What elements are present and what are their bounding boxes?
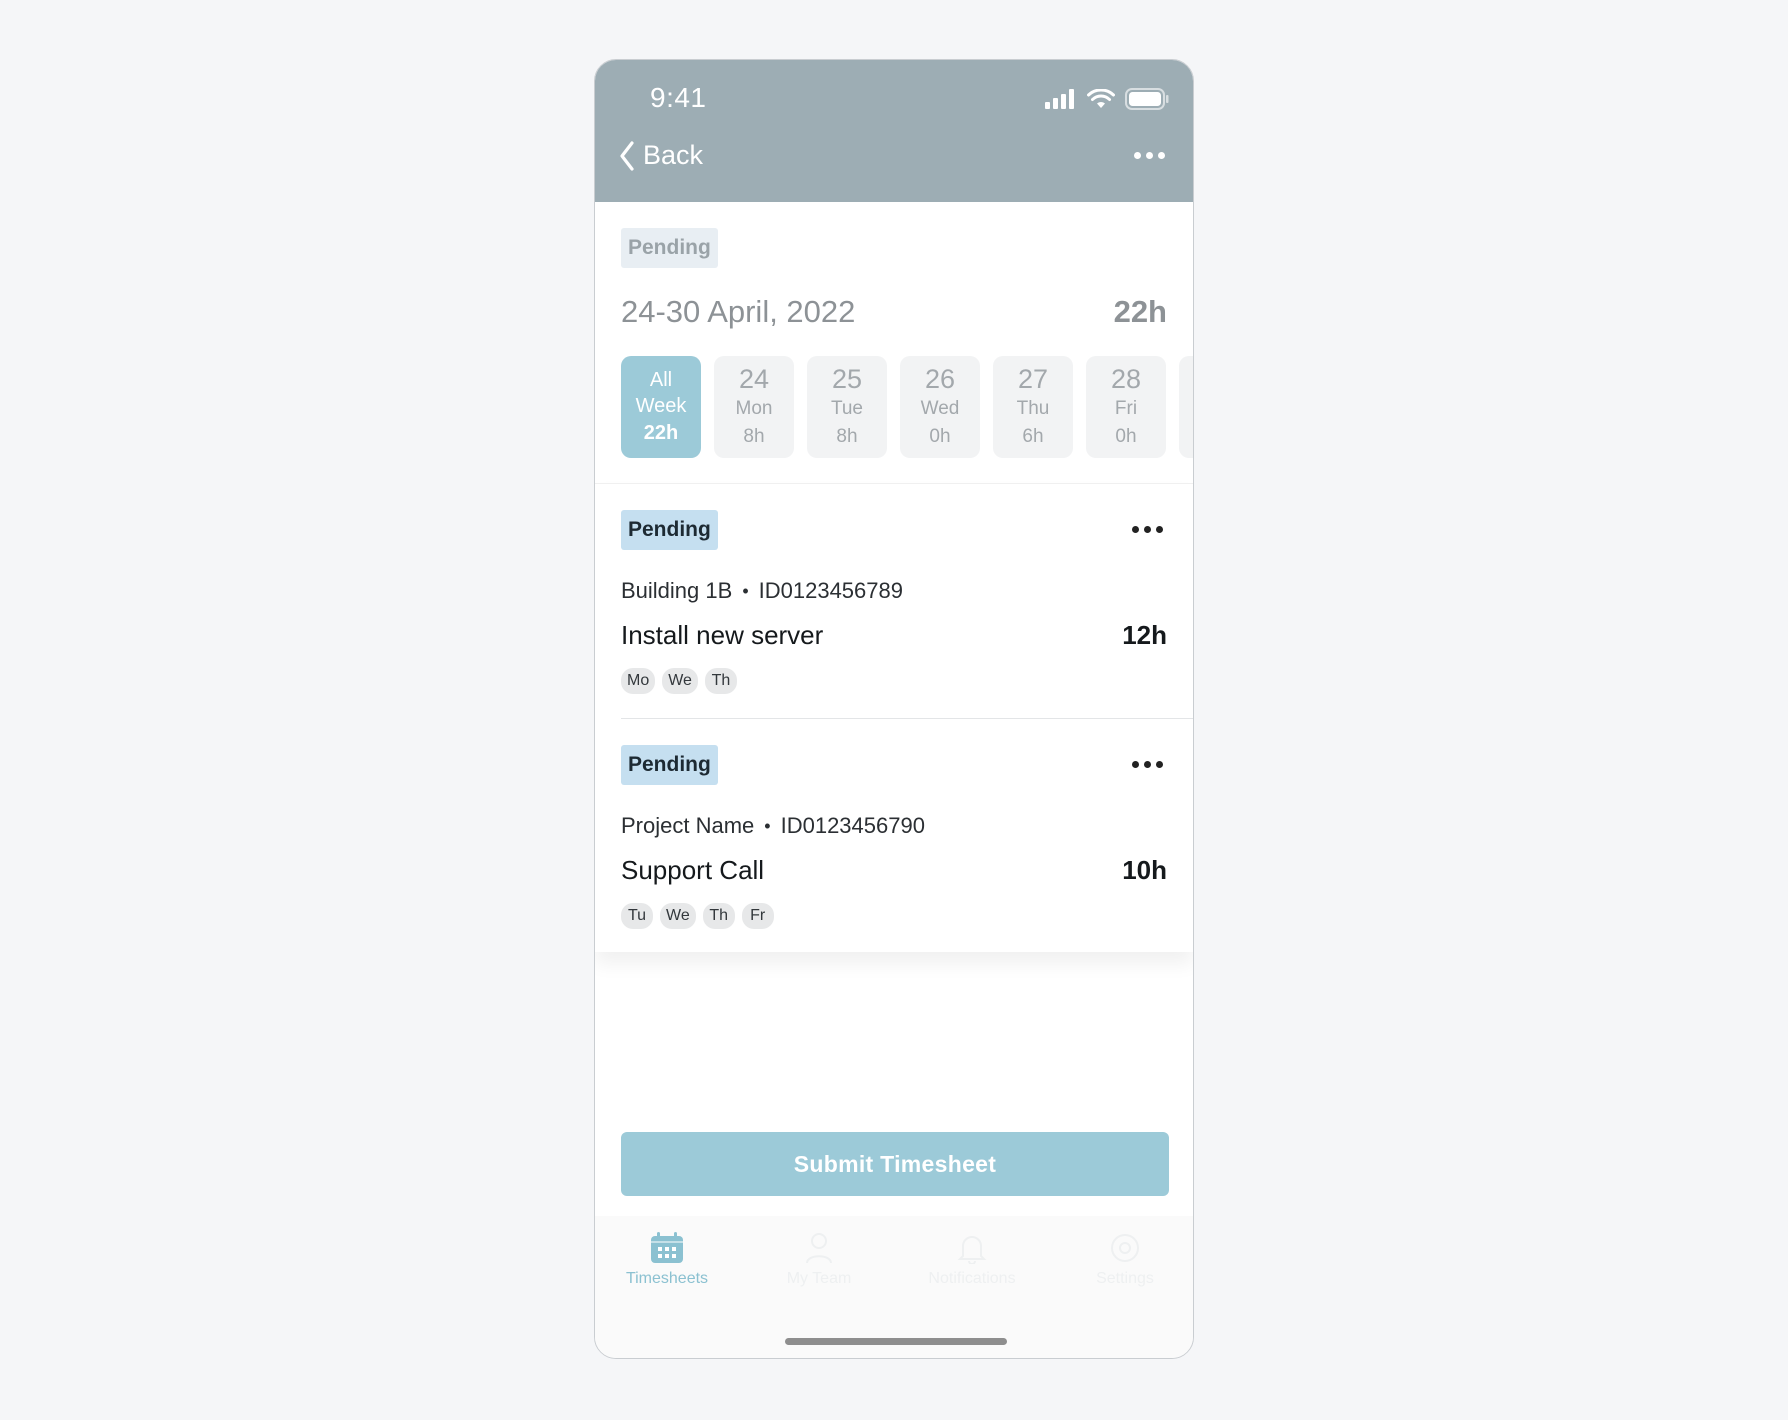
status-badge: Pending — [621, 228, 718, 268]
entry-days: Mo We Th — [621, 668, 737, 694]
gear-icon — [1111, 1234, 1139, 1262]
more-icon — [1134, 152, 1165, 159]
date-range: 24-30 April, 2022 — [621, 294, 856, 329]
entry-status-badge: Pending — [621, 745, 718, 785]
back-button[interactable]: Back — [619, 140, 703, 171]
meta-separator: • — [764, 816, 771, 836]
day-number: 24 — [738, 364, 770, 394]
day-sublabel: Week — [635, 395, 687, 417]
signal-icon — [1045, 89, 1074, 109]
person-icon — [806, 1233, 832, 1264]
tab-my-team[interactable]: My Team — [754, 1232, 884, 1288]
battery-icon — [1125, 88, 1169, 110]
day-next-partial[interactable] — [1179, 356, 1193, 458]
back-label: Back — [643, 140, 704, 170]
day-number: 26 — [924, 364, 956, 394]
day-hours: 0h — [1115, 426, 1137, 447]
day-24[interactable]: 24 Mon 8h — [714, 356, 794, 458]
entry-meta: Building 1B • ID0123456789 — [621, 578, 903, 604]
entry-id: ID0123456790 — [780, 813, 925, 838]
entry-id: ID0123456789 — [758, 578, 903, 603]
day-number: 25 — [831, 364, 863, 394]
day-chip: Mo — [621, 668, 656, 694]
entry-card[interactable]: Pending Building 1B • ID0123456789 Insta… — [621, 484, 1193, 718]
day-hours: 22h — [643, 422, 679, 444]
entry-card[interactable]: Pending Project Name • ID0123456790 Supp… — [621, 718, 1193, 953]
day-label: All — [649, 369, 673, 391]
day-number: 28 — [1110, 364, 1142, 394]
calendar-icon — [651, 1232, 683, 1263]
submit-timesheet-button[interactable]: Submit Timesheet — [621, 1132, 1169, 1196]
status-icons — [1045, 88, 1169, 110]
entry-task: Install new server — [621, 620, 824, 650]
tab-timesheets[interactable]: Timesheets — [602, 1232, 732, 1288]
day-name: Thu — [1016, 398, 1050, 419]
tab-notifications[interactable]: Notifications — [907, 1232, 1037, 1288]
entry-meta: Project Name • ID0123456790 — [621, 813, 925, 839]
tab-settings[interactable]: Settings — [1060, 1232, 1190, 1288]
day-number: 27 — [1017, 364, 1049, 394]
day-28[interactable]: 28 Fri 0h — [1086, 356, 1166, 458]
day-chip: Th — [702, 903, 735, 929]
entry-location: Building 1B — [621, 578, 733, 603]
more-options-button[interactable] — [1134, 152, 1165, 159]
day-hours: 8h — [743, 426, 765, 447]
tab-label: My Team — [786, 1270, 852, 1287]
day-26[interactable]: 26 Wed 0h — [900, 356, 980, 458]
day-hours: 0h — [929, 426, 951, 447]
day-25[interactable]: 25 Tue 8h — [807, 356, 887, 458]
total-hours: 22h — [1113, 294, 1167, 329]
day-hours: 6h — [1022, 426, 1044, 447]
day-name: Tue — [830, 398, 864, 419]
home-indicator — [785, 1338, 1007, 1345]
entry-task: Support Call — [621, 855, 765, 885]
entries-list: Pending Building 1B • ID0123456789 Insta… — [595, 483, 1193, 952]
day-selector: All Week 22h 24 Mon 8h 25 Tue 8h 26 Wed … — [621, 356, 1193, 458]
status-time: 9:41 — [650, 82, 707, 113]
entry-more-button[interactable] — [1132, 761, 1163, 768]
day-chip: We — [662, 668, 698, 694]
tab-label: Settings — [1096, 1270, 1154, 1287]
day-chip: Tu — [621, 903, 653, 929]
day-name: Wed — [920, 398, 960, 419]
header-bar: 9:41 Back — [595, 60, 1193, 202]
day-chip: Th — [704, 668, 737, 694]
entry-location: Project Name — [621, 813, 755, 838]
entry-more-button[interactable] — [1132, 526, 1163, 533]
phone-screen: 9:41 Back Pending 24-30 April, 2022 22h … — [594, 59, 1194, 1359]
day-hours: 8h — [836, 426, 858, 447]
chevron-left-icon — [620, 140, 634, 171]
tab-label: Timesheets — [625, 1270, 709, 1287]
day-all-week[interactable]: All Week 22h — [621, 356, 701, 458]
more-icon — [1132, 526, 1163, 533]
day-name: Fri — [1114, 398, 1138, 419]
more-icon — [1132, 761, 1163, 768]
tab-label: Notifications — [928, 1270, 1016, 1287]
meta-separator: • — [742, 581, 749, 601]
entry-hours: 12h — [1122, 620, 1167, 650]
day-chip: Fr — [741, 903, 774, 929]
day-27[interactable]: 27 Thu 6h — [993, 356, 1073, 458]
entry-status-badge: Pending — [621, 510, 718, 550]
day-chip: We — [660, 903, 696, 929]
bell-icon — [957, 1236, 987, 1264]
day-name: Mon — [735, 398, 773, 419]
wifi-icon — [1087, 89, 1115, 108]
entry-days: Tu We Th Fr — [621, 903, 774, 929]
entry-hours: 10h — [1122, 855, 1167, 885]
